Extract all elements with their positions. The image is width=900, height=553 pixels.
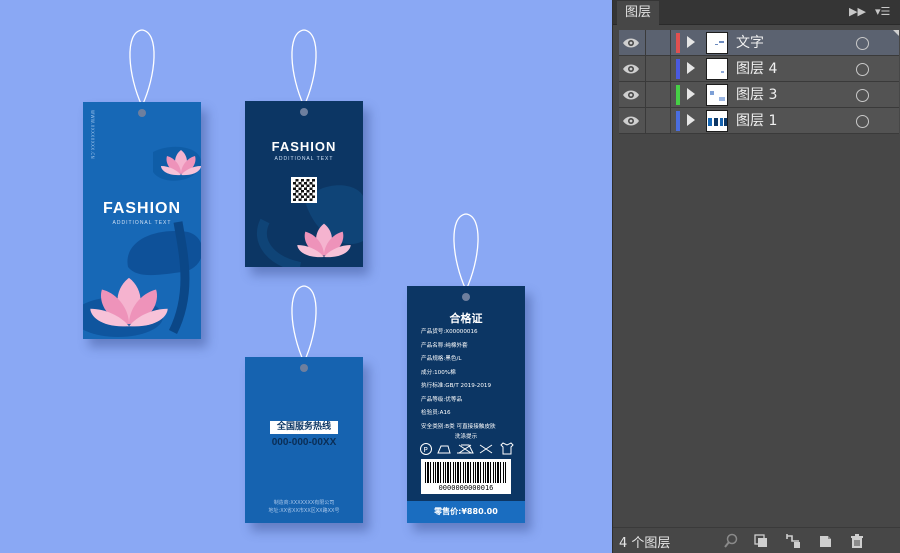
panel-footer: 4 个图层 [613,527,900,553]
tag-hole [462,293,470,301]
brand-title: FASHION [102,200,182,217]
layer-row-text[interactable]: 文字 [619,30,899,56]
layer-thumbnail [706,32,728,54]
tag-hole [300,364,308,372]
new-layer-icon[interactable] [817,533,833,549]
layer-color-swatch [676,111,680,131]
layer-color-swatch [676,85,680,105]
lotus-flower [297,223,351,258]
eye-icon[interactable] [622,35,640,51]
certificate-title: 合格证 [449,312,483,325]
eye-icon[interactable] [622,87,640,103]
expand-arrow-icon[interactable] [687,88,695,100]
divider [645,82,646,108]
brand-subtitle: ADDITIONAL TEXT [274,156,334,162]
expand-arrow-icon[interactable] [687,62,695,74]
panel-header: 图层 ▶▶ ▾☰ [613,0,900,25]
target-circle-icon[interactable] [856,37,869,50]
search-icon[interactable] [723,533,739,549]
layer-thumbnail [706,58,728,80]
target-circle-icon[interactable] [856,89,869,102]
product-info-line: 产品名称:纯棉外套 [421,342,468,349]
qr-code [291,177,317,203]
expand-arrow-icon[interactable] [687,36,695,48]
trash-icon[interactable] [849,533,865,549]
brand-subtitle: ADDITIONAL TEXT [112,220,172,226]
selection-indicator [893,30,899,36]
barcode-number: 0000000000016 [438,484,494,492]
divider [645,108,646,134]
hang-string-4 [453,213,479,291]
target-circle-icon[interactable] [856,63,869,76]
hang-tag-back-qr[interactable]: FASHION ADDITIONAL TEXT [245,101,363,267]
divider [670,56,671,82]
layer-row-1[interactable]: 图层 1 [619,108,899,134]
layer-name[interactable]: 文字 [736,33,764,53]
retail-price: 零售价:¥880.00 [407,501,525,523]
target-circle-icon[interactable] [856,115,869,128]
lotus-flower-large [90,277,168,327]
product-info-list: 产品货号:X00000016 产品名称:纯棉外套 产品规格:黑色/L 成分:10… [421,326,496,434]
hang-tag-front-lotus[interactable]: WWW.XXXXXXXX.CN FASHION ADDITIONAL TEXT [83,102,201,339]
svg-text:P: P [424,446,428,454]
product-info-line: 产品等级:优等品 [421,396,463,403]
divider [645,56,646,82]
divider [645,30,646,56]
layer-name[interactable]: 图层 1 [736,111,777,131]
panel-menu-icon[interactable]: ▾☰ [875,5,890,18]
barcode: 0000000000016 [421,459,511,494]
product-info-line: 产品货号:X00000016 [421,329,478,335]
layer-color-swatch [676,59,680,79]
lotus-flower-small [161,150,201,176]
hang-string-2 [291,29,317,107]
layer-color-swatch [676,33,680,53]
hotline-phone: 000-000-00XX [271,437,337,448]
new-sublayer-icon[interactable] [785,533,801,549]
divider [670,30,671,56]
eye-icon[interactable] [622,61,640,77]
layer-row-4[interactable]: 图层 4 [619,56,899,82]
collapse-panel-icon[interactable]: ▶▶ [849,5,866,18]
product-info-line: 产品规格:黑色/L [421,356,462,362]
divider [670,108,671,134]
layer-count: 4 个图层 [619,536,671,551]
product-info-line: 执行标准:GB/T 2019-2019 [421,383,492,389]
company-address: 地址:XX省XX市XX区XX路XX号 [268,508,340,514]
company-name: 制造商:XXXXXXX有限公司 [273,500,335,506]
layer-list: 文字 图层 4 图层 3 图层 1 [619,30,899,134]
hotline-label: 全国服务热线 [270,421,338,434]
layer-thumbnail [706,84,728,106]
eye-icon[interactable] [622,113,640,129]
hang-string-3 [291,285,317,363]
layers-panel: 图层 ▶▶ ▾☰ 文字 图层 4 图层 3 图层 1 4 个图层 [612,0,900,553]
hang-tag-certificate[interactable]: 合格证 产品货号:X00000016 产品名称:纯棉外套 产品规格:黑色/L 成… [407,286,525,523]
tab-layers[interactable]: 图层 [617,1,660,25]
layer-row-3[interactable]: 图层 3 [619,82,899,108]
hang-tag-service-hotline[interactable]: 全国服务热线 000-000-00XX 制造商:XXXXXXX有限公司 地址:X… [245,357,363,523]
clipping-mask-icon[interactable] [753,533,769,549]
expand-arrow-icon[interactable] [687,114,695,126]
wash-care-icons: P [420,442,514,455]
brand-title: FASHION [271,139,337,154]
layer-name[interactable]: 图层 4 [736,59,777,79]
product-info-line: 检验员:A16 [421,410,451,416]
layer-thumbnail [706,110,728,132]
product-info-line: 成分:100%棉 [421,369,456,376]
hang-string-1 [129,29,155,107]
barcode-bars [425,462,507,483]
wash-instructions-title: 洗涤提示 [454,434,478,440]
artboard-canvas[interactable]: WWW.XXXXXXXX.CN FASHION ADDITIONAL TEXT [0,0,612,553]
layer-name[interactable]: 图层 3 [736,85,777,105]
divider [670,82,671,108]
